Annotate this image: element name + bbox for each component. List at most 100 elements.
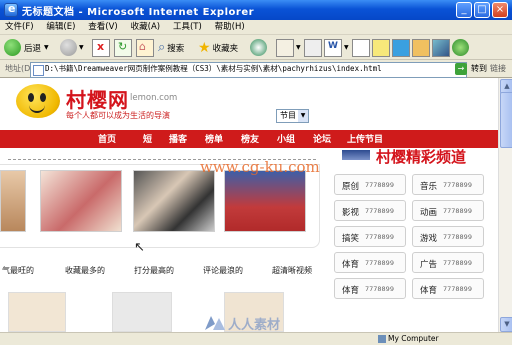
bottom-watermark: 人人素材 bbox=[228, 318, 281, 332]
category-hd-video[interactable]: 超清晰视频 bbox=[272, 265, 312, 276]
chevron-down-icon: ▼ bbox=[298, 110, 308, 122]
channel-item[interactable]: 音乐 7778899 bbox=[412, 174, 484, 195]
media-button[interactable] bbox=[250, 38, 267, 57]
nav-upload[interactable]: 上传节目 bbox=[347, 132, 383, 145]
research-button[interactable] bbox=[412, 38, 430, 57]
nav-short[interactable]: 短 bbox=[143, 132, 152, 145]
forward-arrow-icon bbox=[60, 39, 77, 56]
site-logo[interactable]: 村樱网 bbox=[66, 84, 129, 113]
toolbar: 后退 ▼ ▼ x ↻ ⌂ ⌕ 搜索 ★ 收藏夹 ▼ W ▼ bbox=[0, 35, 512, 60]
mail-button[interactable]: ▼ bbox=[276, 38, 301, 57]
vertical-scrollbar[interactable]: ▲ ▼ bbox=[498, 78, 512, 332]
channel-item[interactable]: 游戏 7778899 bbox=[412, 226, 484, 247]
channel-title: 村樱精彩频道 bbox=[376, 148, 467, 166]
menu-help[interactable]: 帮助(H) bbox=[210, 20, 250, 35]
back-button[interactable]: 后退 ▼ bbox=[4, 38, 49, 57]
address-url: D:\书籍\Dreamweaver网页制作案例教程（CS3）\素材与实例\素材\… bbox=[45, 64, 382, 73]
go-button[interactable]: 转到 bbox=[471, 63, 487, 74]
search-icon: ⌕ bbox=[158, 40, 166, 55]
video-thumbnail[interactable] bbox=[133, 170, 215, 232]
minimize-button[interactable]: _ bbox=[456, 2, 472, 18]
back-label: 后退 bbox=[24, 43, 42, 54]
category-hot[interactable]: 气最旺的 bbox=[2, 265, 34, 276]
links-button[interactable]: 链接 bbox=[490, 63, 506, 74]
ie-e-icon bbox=[452, 39, 469, 56]
channel-item[interactable]: 体育 7778899 bbox=[334, 278, 406, 299]
word-icon: W bbox=[324, 38, 342, 57]
channel-item[interactable]: 搞笑 7778899 bbox=[334, 226, 406, 247]
media-icon bbox=[250, 39, 267, 56]
category-most-commented[interactable]: 评论最浪的 bbox=[203, 265, 243, 276]
web-page: 村樱网 lemon.com 每个人都可以成为生活的导演 节目 ▼ 首页 短 播客… bbox=[0, 78, 498, 332]
select-value: 节目 bbox=[280, 111, 296, 120]
favorites-button[interactable]: ★ 收藏夹 bbox=[198, 38, 238, 57]
notes-button[interactable] bbox=[372, 38, 390, 57]
address-input[interactable]: D:\书籍\Dreamweaver网页制作案例教程（CS3）\素材与实例\素材\… bbox=[30, 62, 467, 78]
note-icon bbox=[372, 38, 390, 57]
refresh-button[interactable]: ↻ bbox=[114, 38, 132, 57]
nav-groups[interactable]: 小组 bbox=[277, 132, 295, 145]
print-icon bbox=[304, 38, 322, 57]
menu-favorites[interactable]: 收藏(A) bbox=[126, 20, 165, 35]
edit-button[interactable]: W ▼ bbox=[324, 38, 349, 57]
menu-view[interactable]: 查看(V) bbox=[83, 20, 122, 35]
chevron-down-icon: ▼ bbox=[296, 44, 301, 51]
research-icon bbox=[412, 38, 430, 57]
video-thumbnail[interactable] bbox=[112, 292, 172, 332]
scroll-down-button[interactable]: ▼ bbox=[500, 317, 512, 332]
nav-home[interactable]: 首页 bbox=[98, 132, 116, 145]
channel-item[interactable]: 广告 7778899 bbox=[412, 252, 484, 273]
channel-item[interactable]: 影视 7778899 bbox=[334, 200, 406, 221]
nav-friends[interactable]: 榜友 bbox=[241, 132, 259, 145]
video-thumbnail[interactable] bbox=[8, 292, 66, 332]
search-button[interactable]: ⌕ 搜索 bbox=[158, 38, 184, 57]
close-button[interactable]: × bbox=[492, 2, 508, 18]
channel-item[interactable]: 体育 7778899 bbox=[334, 252, 406, 273]
channel-item[interactable]: 动画 7778899 bbox=[412, 200, 484, 221]
maximize-button[interactable]: □ bbox=[474, 2, 490, 18]
menu-file[interactable]: 文件(F) bbox=[0, 20, 39, 35]
discuss-icon bbox=[352, 38, 370, 57]
nav-forum[interactable]: 论坛 bbox=[313, 132, 331, 145]
video-thumbnail[interactable] bbox=[40, 170, 122, 232]
search-label: 搜索 bbox=[167, 43, 185, 54]
window-title: 无标题文档 - Microsoft Internet Explorer bbox=[22, 7, 255, 18]
messenger-button[interactable] bbox=[392, 38, 410, 57]
chevron-down-icon: ▼ bbox=[44, 44, 49, 51]
channel-item[interactable]: 体育 7778899 bbox=[412, 278, 484, 299]
search-type-select[interactable]: 节目 ▼ bbox=[276, 109, 309, 123]
discuss-button[interactable] bbox=[352, 38, 370, 57]
video-thumbnail[interactable] bbox=[0, 170, 26, 232]
cube-button[interactable] bbox=[432, 38, 450, 57]
category-most-favorited[interactable]: 收藏最多的 bbox=[65, 265, 105, 276]
ie-icon bbox=[4, 2, 18, 17]
channel-title-decoration bbox=[342, 150, 370, 160]
security-zone: My Computer bbox=[388, 334, 439, 343]
category-top-rated[interactable]: 打分最高的 bbox=[134, 265, 174, 276]
refresh-icon: ↻ bbox=[114, 38, 132, 57]
video-thumbnail[interactable] bbox=[224, 170, 306, 232]
channel-item[interactable]: 原创 7778899 bbox=[334, 174, 406, 195]
nav-charts[interactable]: 榜单 bbox=[205, 132, 223, 145]
chevron-down-icon: ▼ bbox=[79, 44, 84, 51]
nav-podcast[interactable]: 播客 bbox=[169, 132, 187, 145]
status-bar: My Computer bbox=[0, 332, 512, 345]
watermark-text: www.cg-ku.com bbox=[200, 158, 320, 176]
print-button[interactable] bbox=[304, 38, 322, 57]
favorites-label: 收藏夹 bbox=[212, 43, 239, 54]
star-icon: ★ bbox=[198, 39, 211, 56]
home-button[interactable]: ⌂ bbox=[136, 38, 154, 57]
menu-edit[interactable]: 编辑(E) bbox=[41, 20, 80, 35]
page-icon bbox=[33, 65, 44, 76]
watermark-logo-icon bbox=[205, 316, 225, 330]
scroll-thumb[interactable] bbox=[500, 92, 512, 148]
mouse-cursor-icon: ↖ bbox=[134, 240, 145, 255]
go-arrow-icon[interactable]: → bbox=[455, 63, 467, 75]
chevron-down-icon: ▼ bbox=[344, 44, 349, 51]
forward-button[interactable]: ▼ bbox=[60, 38, 84, 57]
menu-tools[interactable]: 工具(T) bbox=[168, 20, 207, 35]
stop-button[interactable]: x bbox=[92, 38, 110, 57]
site-slogan: 每个人都可以成为生活的导演 bbox=[66, 111, 170, 120]
ie-extension-button[interactable] bbox=[452, 38, 469, 57]
home-icon: ⌂ bbox=[136, 38, 154, 57]
